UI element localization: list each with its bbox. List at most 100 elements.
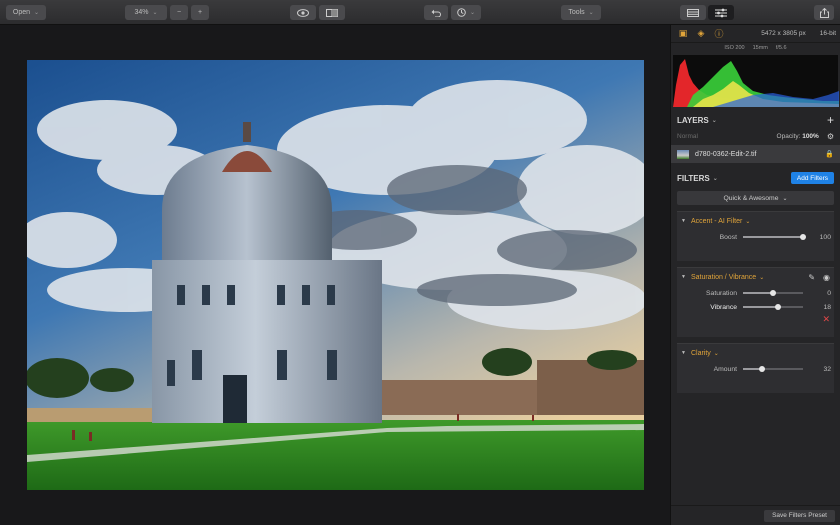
exif-focal: 15mm <box>752 45 768 51</box>
chevron-down-icon: ⌄ <box>759 274 765 281</box>
tools-button[interactable]: Tools ⌄ <box>561 5 601 20</box>
luminar-app-window: Open ⌄ 34% ⌄ − + ⌄ Tools ⌄ ▣ ◈ ⓘ 5472 x … <box>0 0 840 525</box>
filters-panel-toggle[interactable] <box>708 5 734 20</box>
slider-knob[interactable] <box>775 304 782 310</box>
save-filters-preset-button[interactable]: Save Filters Preset <box>764 509 835 522</box>
slider-boost[interactable]: Boost 100 <box>677 230 834 244</box>
chevron-down-icon: ⌄ <box>588 10 594 16</box>
slider-label: Boost <box>719 233 737 241</box>
layers-header[interactable]: LAYERS ⌄ + <box>671 111 840 129</box>
open-label: Open <box>12 9 31 16</box>
exif-info: ISO 200 15mm f/5.6 <box>671 43 840 53</box>
slider-knob[interactable] <box>800 234 806 240</box>
filter-preset-select[interactable]: Quick & Awesome ⌄ <box>677 191 834 205</box>
open-button[interactable]: Open ⌄ <box>6 5 46 20</box>
photo-image <box>27 60 644 490</box>
image-dimensions: 5472 x 3805 px <box>761 30 806 37</box>
zoom-out-button[interactable]: − <box>170 5 188 20</box>
collapse-triangle-icon[interactable]: ▼ <box>681 350 686 356</box>
slider-label: Vibrance <box>710 303 737 311</box>
collapse-triangle-icon[interactable]: ▼ <box>681 274 686 280</box>
chevron-down-icon: ⌄ <box>782 195 788 202</box>
minus-icon: − <box>176 9 182 16</box>
filter-clarity: ▼ Clarity ⌄ Amount 32 <box>677 343 834 393</box>
filter-saturation-vibrance: ▼ Saturation / Vibrance ⌄ ✎ ◉ Saturation … <box>677 267 834 337</box>
eye-icon[interactable]: ◉ <box>823 273 830 282</box>
chevron-down-icon: ⌄ <box>152 10 158 16</box>
filter-header[interactable]: ▼ Clarity ⌄ <box>677 344 834 362</box>
add-filters-button[interactable]: Add Filters <box>790 172 834 184</box>
bit-depth: 16-bit <box>819 30 836 37</box>
filter-header[interactable]: ▼ Saturation / Vibrance ⌄ ✎ ◉ <box>677 268 834 286</box>
zoom-select[interactable]: 34% ⌄ <box>125 5 167 20</box>
lock-icon[interactable]: 🔒 <box>825 150 834 158</box>
undo-button[interactable] <box>424 5 448 20</box>
slider-amount[interactable]: Amount 32 <box>677 362 834 376</box>
filter-name: Saturation / Vibrance <box>690 273 757 281</box>
undo-icon <box>431 9 441 17</box>
filter-accent-ai: ▼ Accent - AI Filter ⌄ Boost 100 <box>677 211 834 261</box>
filter-name: Clarity <box>690 349 711 357</box>
top-toolbar: Open ⌄ 34% ⌄ − + ⌄ Tools ⌄ <box>0 0 840 25</box>
preview-button[interactable] <box>290 5 316 20</box>
zoom-in-button[interactable]: + <box>191 5 209 20</box>
opacity-label: Opacity: <box>776 132 801 140</box>
layer-thumbnail <box>677 149 689 159</box>
slider-track[interactable] <box>743 290 803 296</box>
slider-saturation[interactable]: Saturation 0 <box>677 286 834 300</box>
chevron-down-icon: ⌄ <box>469 10 476 16</box>
exif-aperture: f/5.6 <box>775 45 787 51</box>
layer-name: d780-0362-Edit-2.tif <box>695 150 757 158</box>
share-icon <box>819 7 829 18</box>
gear-icon[interactable]: ⚙ <box>827 132 834 141</box>
info-icon[interactable]: ⓘ <box>713 28 725 40</box>
filters-header[interactable]: FILTERS ⌄ Add Filters <box>671 169 840 187</box>
blend-mode-select[interactable]: Normal <box>677 133 698 140</box>
panel-tabs: ▣ ◈ ⓘ 5472 x 3805 px 16-bit <box>671 25 840 43</box>
compare-button[interactable] <box>319 5 345 20</box>
image-canvas[interactable] <box>0 25 670 525</box>
slider-track[interactable] <box>743 366 803 372</box>
chevron-down-icon: ⌄ <box>745 218 751 225</box>
chevron-down-icon: ⌄ <box>711 117 717 124</box>
histogram <box>673 55 839 107</box>
image-info-icon[interactable]: ▣ <box>677 28 689 40</box>
preset-name: Quick & Awesome <box>723 194 779 202</box>
brush-icon[interactable]: ✎ <box>808 273 815 282</box>
close-icon[interactable]: ✕ <box>822 314 830 325</box>
filter-header[interactable]: ▼ Accent - AI Filter ⌄ <box>677 212 834 230</box>
slider-knob[interactable] <box>770 290 776 296</box>
slider-track[interactable] <box>743 304 803 310</box>
tools-label: Tools <box>568 9 585 16</box>
collapse-triangle-icon[interactable]: ▼ <box>681 218 686 224</box>
slider-value: 100 <box>819 233 831 241</box>
photo-preview[interactable] <box>27 60 644 490</box>
slider-vibrance[interactable]: Vibrance 18 <box>677 300 834 314</box>
opacity-value: 100% <box>802 132 819 140</box>
layer-item[interactable]: d780-0362-Edit-2.tif 🔒 <box>671 145 840 163</box>
reset-row: ✕ <box>677 314 834 328</box>
add-layer-button[interactable]: + <box>827 113 834 127</box>
chevron-down-icon: ⌄ <box>712 175 718 182</box>
slider-value: 18 <box>823 303 831 311</box>
filter-tools: ✎ ◉ <box>808 273 830 282</box>
slider-track[interactable] <box>743 234 806 240</box>
zoom-value: 34% <box>134 9 149 16</box>
layer-options: Normal Opacity: 100% ⚙ <box>671 129 840 143</box>
history-button[interactable]: ⌄ <box>451 5 481 20</box>
slider-knob[interactable] <box>759 366 766 372</box>
slider-value: 0 <box>827 289 831 297</box>
share-button[interactable] <box>814 5 834 20</box>
layers-icon[interactable]: ◈ <box>695 28 707 40</box>
opacity-control[interactable]: Opacity: 100% <box>777 133 819 140</box>
compare-icon <box>326 8 338 17</box>
layers-panel-icon <box>687 8 699 17</box>
filter-name: Accent - AI Filter <box>690 217 743 225</box>
exif-iso: ISO 200 <box>724 45 745 51</box>
filters-panel-icon <box>715 8 727 17</box>
layers-panel-toggle[interactable] <box>680 5 706 20</box>
layers-title: LAYERS <box>677 115 709 125</box>
histogram-graph <box>673 59 839 107</box>
history-icon <box>457 8 466 17</box>
right-panel: ▣ ◈ ⓘ 5472 x 3805 px 16-bit ISO 200 15mm… <box>670 25 840 525</box>
